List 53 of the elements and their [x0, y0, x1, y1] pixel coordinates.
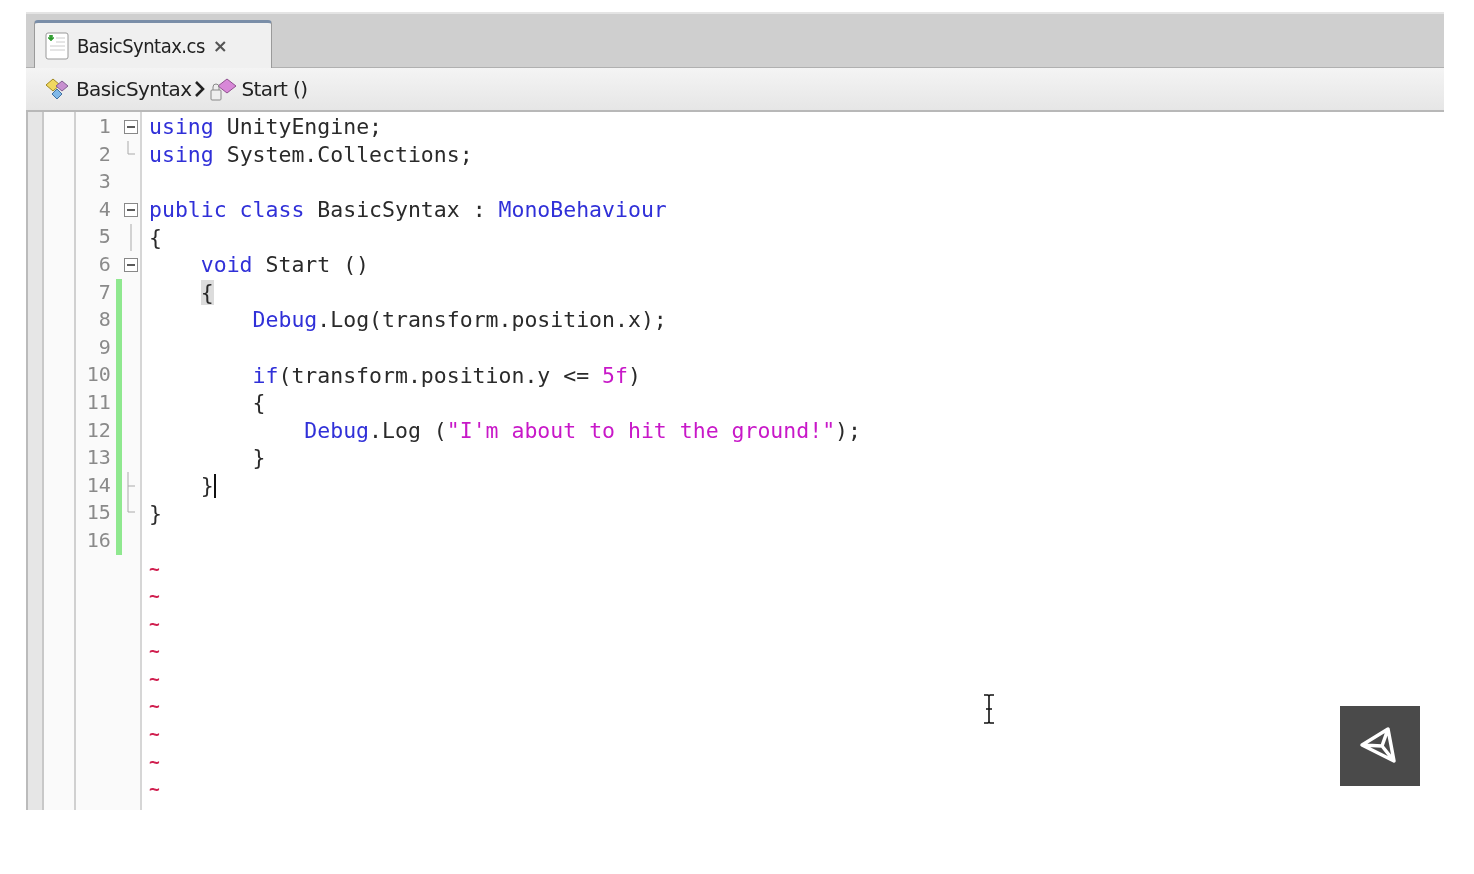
line-number: 3 [97, 168, 111, 196]
line-number: 9 [97, 333, 111, 361]
code-line: } [199, 473, 214, 498]
code-line: Debug.Log ("I'm about to hit the ground!"); [303, 417, 861, 443]
file-icon [45, 31, 69, 60]
line-number: 10 [85, 361, 111, 389]
line-number: 11 [85, 388, 111, 416]
breadcrumb-item[interactable]: Start () [241, 77, 308, 101]
empty-line-marker: ~ [149, 749, 160, 774]
fold-tick-icon [125, 472, 136, 499]
breadcrumb-item[interactable]: BasicSyntax [76, 77, 192, 101]
empty-line-marker: ~ [149, 666, 160, 691]
line-number: 2 [97, 140, 111, 168]
line-number: 13 [85, 444, 111, 472]
empty-line-marker: ~ [149, 639, 160, 664]
empty-line-marker: ~ [149, 556, 160, 581]
file-tab[interactable]: BasicSyntax.cs × [34, 20, 272, 68]
code-line: Debug.Log(transform.position.x); [251, 307, 667, 333]
line-number: 15 [85, 499, 111, 527]
line-number: 7 [97, 278, 111, 306]
empty-line-marker: ~ [149, 584, 160, 609]
chevron-icon [193, 80, 206, 98]
empty-line-marker: ~ [149, 694, 160, 719]
code-line: using System.Collections; [149, 141, 473, 167]
line-number: 12 [85, 416, 111, 444]
code-line: { [251, 390, 266, 416]
line-number: 8 [97, 306, 111, 334]
code-line: using UnityEngine; [149, 114, 383, 140]
code-line: } [251, 445, 266, 471]
collapse-icon[interactable] [123, 119, 138, 134]
collapse-icon[interactable] [123, 257, 138, 272]
line-number: 1 [97, 113, 111, 140]
empty-line-marker: ~ [149, 777, 160, 802]
tab-label: BasicSyntax.cs [77, 33, 205, 58]
tab-close-button[interactable]: × [212, 35, 228, 56]
line-number: 6 [97, 250, 111, 278]
method-icon [207, 76, 238, 102]
line-number: 14 [85, 471, 111, 499]
empty-line-marker: ~ [149, 611, 160, 636]
code-line: { [149, 224, 162, 250]
fold-end-icon [126, 140, 135, 155]
code-line: public class BasicSyntax : MonoBehaviour [149, 197, 667, 223]
fold-line-icon [128, 223, 133, 251]
fold-end-icon [126, 499, 135, 514]
collapse-icon[interactable] [123, 202, 138, 217]
line-number: 4 [97, 195, 111, 223]
code-line: if(transform.position.y <= 5f) [251, 362, 641, 388]
line-number: 16 [85, 526, 111, 554]
line-number: 5 [97, 223, 111, 251]
text-cursor-icon [982, 694, 996, 724]
empty-line-marker: ~ [149, 722, 160, 747]
code-line: } [149, 500, 162, 526]
code-line: void Start () [199, 252, 370, 278]
